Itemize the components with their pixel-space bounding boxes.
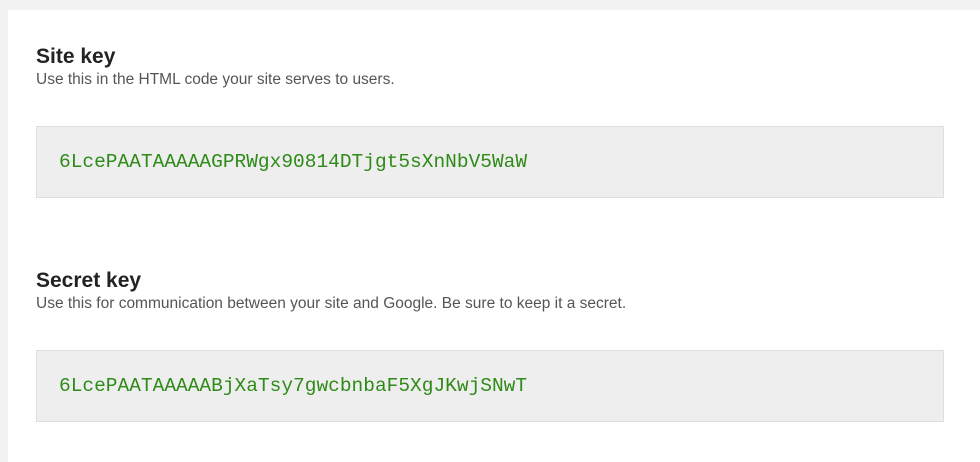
recaptcha-keys-panel: Site key Use this in the HTML code your …	[8, 10, 980, 462]
site-key-value[interactable]: 6LcePAATAAAAAGPRWgx90814DTjgt5sXnNbV5WaW	[59, 150, 527, 174]
site-key-section: Site key Use this in the HTML code your …	[36, 44, 946, 198]
secret-key-value[interactable]: 6LcePAATAAAAABjXaTsy7gwcbnbaF5XgJKwjSNwT	[59, 374, 527, 398]
secret-key-field[interactable]: 6LcePAATAAAAABjXaTsy7gwcbnbaF5XgJKwjSNwT	[36, 350, 944, 422]
secret-key-title: Secret key	[36, 269, 142, 292]
site-key-title: Site key	[36, 45, 116, 68]
site-key-description: Use this in the HTML code your site serv…	[36, 71, 395, 88]
secret-key-section: Secret key Use this for communication be…	[36, 268, 946, 422]
secret-key-description: Use this for communication between your …	[36, 295, 627, 312]
site-key-field[interactable]: 6LcePAATAAAAAGPRWgx90814DTjgt5sXnNbV5WaW	[36, 126, 944, 198]
